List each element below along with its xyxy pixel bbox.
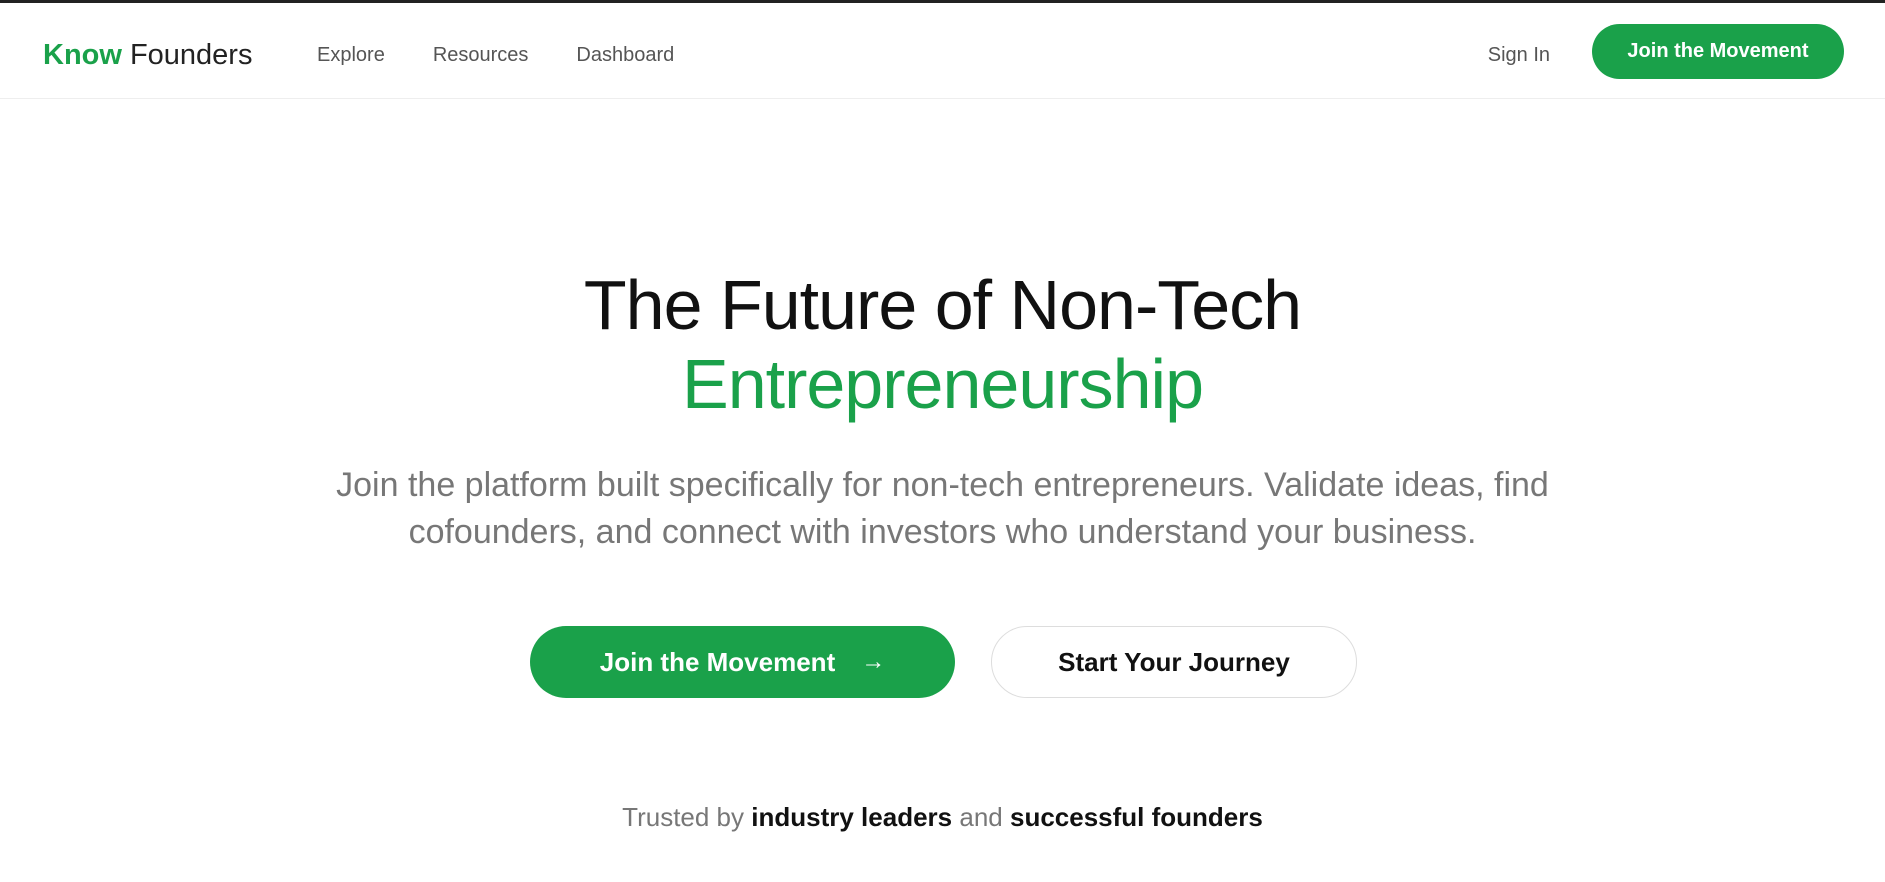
- join-movement-button[interactable]: Join the Movement →: [530, 626, 955, 698]
- trusted-highlight-leaders: industry leaders: [751, 802, 953, 832]
- arrow-right-icon: →: [861, 648, 886, 675]
- hero-title-line1: The Future of Non-Tech: [583, 266, 1302, 344]
- trusted-by-text: Trusted by industry leaders and successf…: [0, 800, 1885, 834]
- header-join-button[interactable]: Join the Movement: [1592, 24, 1844, 79]
- trusted-connector: and: [959, 802, 1003, 832]
- sign-in-link[interactable]: Sign In: [1488, 41, 1550, 69]
- hero-title-line2: Entrepreneurship: [682, 345, 1204, 423]
- nav-resources[interactable]: Resources: [433, 41, 529, 69]
- logo[interactable]: Know Founders: [43, 35, 252, 75]
- hero-subtitle: Join the platform built specifically for…: [336, 466, 1549, 551]
- start-journey-button[interactable]: Start Your Journey: [991, 626, 1357, 698]
- logo-founders: Founders: [129, 39, 253, 71]
- trusted-highlight-founders: successful founders: [1009, 802, 1263, 832]
- trusted-prefix: Trusted by: [622, 802, 745, 832]
- hero-cta-row: Join the Movement → Start Your Journey: [530, 626, 1357, 698]
- nav-dashboard[interactable]: Dashboard: [576, 41, 674, 69]
- logo-know: Know: [43, 39, 122, 71]
- main-nav: Explore Resources Dashboard: [317, 41, 674, 69]
- join-movement-label: Join the Movement: [599, 646, 836, 677]
- site-header: Know Founders Explore Resources Dashboard…: [0, 3, 1885, 99]
- hero-title: The Future of Non-Tech Entrepreneurship: [0, 266, 1885, 424]
- nav-explore[interactable]: Explore: [317, 41, 385, 69]
